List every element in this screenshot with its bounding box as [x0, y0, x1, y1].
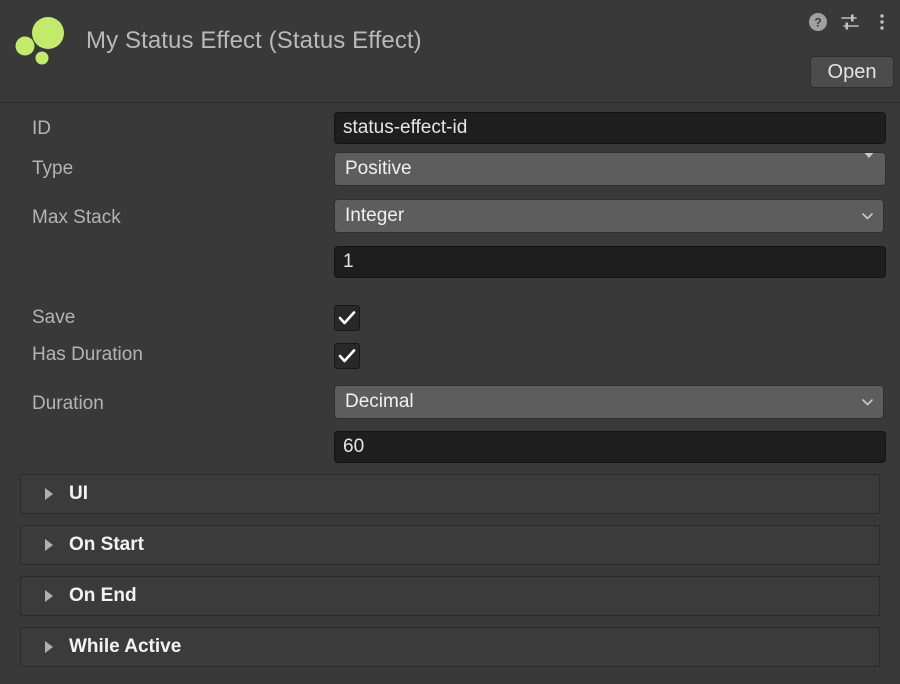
foldout-while-active[interactable]: While Active	[20, 627, 880, 667]
triangle-right-icon	[45, 488, 53, 500]
type-label: Type	[32, 158, 74, 179]
header-icon-group: ?	[808, 12, 892, 32]
triangle-right-icon	[45, 641, 53, 653]
duration-mode-value: Decimal	[345, 391, 414, 412]
help-icon[interactable]: ?	[808, 12, 828, 32]
inspector-panel: My Status Effect (Status Effect) ? Open …	[0, 0, 900, 684]
triangle-right-icon	[45, 539, 53, 551]
svg-text:?: ?	[814, 16, 821, 30]
triangle-down-icon	[862, 153, 876, 185]
save-checkbox[interactable]	[334, 305, 360, 331]
type-dropdown-value: Positive	[345, 158, 412, 179]
foldout-label: On Start	[69, 534, 144, 555]
foldout-ui[interactable]: UI	[20, 474, 880, 514]
has-duration-checkbox[interactable]	[334, 343, 360, 369]
checkmark-icon	[338, 349, 356, 363]
foldout-label: UI	[69, 483, 88, 504]
page-title: My Status Effect (Status Effect)	[86, 27, 422, 54]
foldout-label: While Active	[69, 636, 182, 657]
type-dropdown[interactable]: Positive	[334, 152, 886, 186]
save-label: Save	[32, 307, 76, 328]
checkmark-icon	[338, 311, 356, 325]
duration-label: Duration	[32, 393, 104, 414]
foldout-on-end[interactable]: On End	[20, 576, 880, 616]
duration-value-input[interactable]: 60	[334, 431, 886, 463]
max-stack-mode-dropdown[interactable]: Integer	[334, 199, 884, 233]
foldout-label: On End	[69, 585, 137, 606]
chevron-down-icon	[861, 210, 874, 223]
id-input[interactable]: status-effect-id	[334, 112, 886, 144]
id-label: ID	[32, 118, 51, 139]
max-stack-mode-value: Integer	[345, 205, 405, 226]
has-duration-label: Has Duration	[32, 344, 143, 365]
header-divider	[0, 102, 900, 103]
chevron-down-icon	[861, 396, 874, 409]
status-effect-asset-icon	[12, 12, 70, 70]
open-button[interactable]: Open	[810, 56, 894, 88]
inspector-header: My Status Effect (Status Effect) ? Open	[0, 0, 900, 103]
foldout-on-start[interactable]: On Start	[20, 525, 880, 565]
max-stack-value-input[interactable]: 1	[334, 246, 886, 278]
kebab-menu-icon[interactable]	[872, 12, 892, 32]
triangle-right-icon	[45, 590, 53, 602]
max-stack-label: Max Stack	[32, 207, 121, 228]
duration-mode-dropdown[interactable]: Decimal	[334, 385, 884, 419]
preset-sliders-icon[interactable]	[840, 12, 860, 32]
